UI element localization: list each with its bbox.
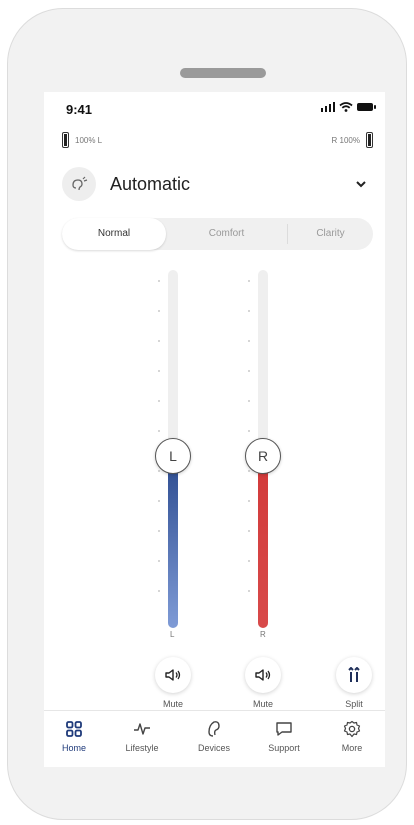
mute-left-label: Mute — [162, 699, 183, 709]
left-volume-fill — [168, 456, 178, 628]
left-battery-text: 100% L — [75, 135, 103, 145]
status-icons — [320, 102, 376, 112]
tab-home[interactable]: Home — [44, 719, 104, 753]
hearing-aid-icon — [184, 719, 244, 739]
home-grid-icon — [44, 719, 104, 739]
tab-lifestyle[interactable]: Lifestyle — [112, 719, 172, 753]
tab-more-label: More — [341, 743, 363, 753]
signal-icon — [320, 102, 335, 112]
status-time: 9:41 — [66, 102, 93, 117]
mode-normal[interactable]: Normal — [62, 218, 166, 250]
chat-bubble-icon — [254, 719, 314, 739]
bottom-tab-bar: Home Lifestyle Devices Support More — [44, 710, 385, 767]
speaker-icon — [255, 669, 271, 681]
right-battery-icon — [366, 132, 373, 148]
mute-right-label: Mute — [252, 699, 273, 709]
tab-home-label: Home — [61, 743, 86, 753]
mode-segmented-control: Normal Comfort Clarity — [62, 218, 373, 250]
mode-clarity[interactable]: Clarity — [288, 218, 373, 250]
mode-comfort[interactable]: Comfort — [166, 218, 287, 250]
left-slider-label: L — [170, 630, 175, 639]
program-name: Automatic — [110, 173, 191, 194]
phone-speaker — [180, 68, 266, 78]
gear-icon — [322, 719, 382, 739]
left-battery: 100% L — [62, 132, 102, 148]
battery-status-icon — [357, 103, 376, 111]
tab-more[interactable]: More — [322, 719, 382, 753]
right-battery: R 100% — [332, 132, 373, 148]
split-icon — [348, 667, 360, 682]
tab-support-label: Support — [268, 743, 300, 753]
right-volume-fill — [258, 456, 268, 628]
right-slider-label: R — [260, 630, 266, 639]
split-button[interactable]: Split — [334, 657, 374, 709]
right-battery-text: R 100% — [331, 135, 360, 145]
left-battery-icon — [62, 132, 69, 148]
split-label: Split — [345, 699, 363, 709]
tab-support[interactable]: Support — [254, 719, 314, 753]
wifi-icon — [339, 102, 353, 112]
mute-right-button[interactable]: Mute — [243, 657, 283, 709]
tab-lifestyle-label: Lifestyle — [125, 743, 159, 753]
left-volume-knob[interactable]: L — [155, 438, 191, 474]
hearing-program-icon — [62, 167, 96, 201]
activity-icon — [112, 719, 172, 739]
program-selector[interactable]: Automatic — [62, 164, 373, 204]
tab-devices-label: Devices — [197, 743, 230, 753]
app-screen: 9:41 100% L R 100% Automatic Normal Comf… — [44, 92, 385, 767]
right-volume-knob[interactable]: R — [245, 438, 281, 474]
tab-devices[interactable]: Devices — [184, 719, 244, 753]
mute-left-button[interactable]: Mute — [153, 657, 193, 709]
speaker-icon — [165, 669, 181, 681]
hearing-aid-battery-row: 100% L R 100% — [62, 130, 373, 150]
chevron-down-icon[interactable] — [355, 179, 367, 189]
